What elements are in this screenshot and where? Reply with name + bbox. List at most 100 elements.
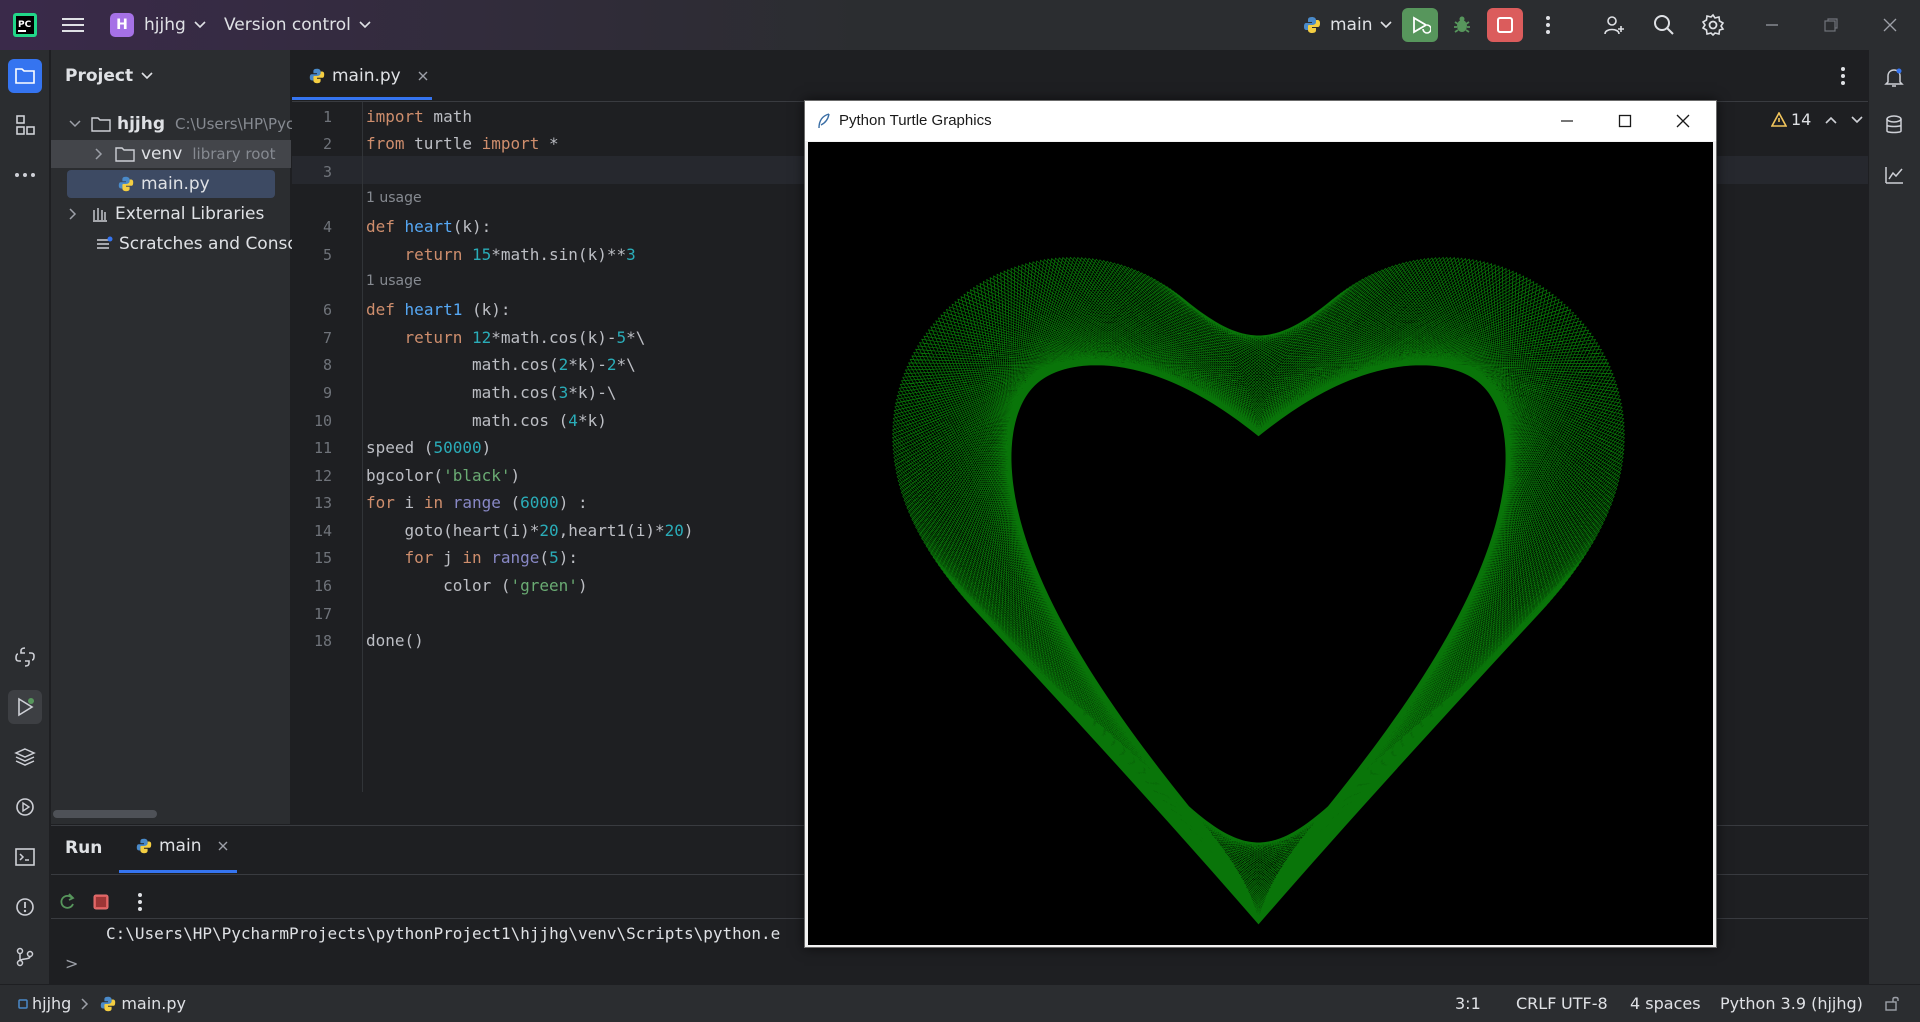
tree-item-main-py[interactable]: main.py [67,170,275,198]
breadcrumb-file[interactable]: main.py [121,994,186,1013]
usage-hint[interactable]: 1 usage [366,273,422,289]
code-line: import math [366,107,472,126]
more-toolwindows-button[interactable] [8,158,42,192]
add-user-icon [1604,16,1624,35]
run-more-button[interactable] [137,892,143,912]
chevron-down-icon [194,21,206,29]
lock-open-icon [1885,996,1899,1011]
tree-item-path: C:\Users\HP\Pyc [175,115,295,133]
turtle-titlebar[interactable]: Python Turtle Graphics [805,101,1716,141]
stop-run-button[interactable] [93,894,109,910]
caret-position[interactable]: 3:1 [1455,994,1481,1013]
project-switcher[interactable]: H hjjhg [110,0,206,50]
structure-toolwindow-button[interactable] [8,108,42,142]
file-encoding[interactable]: UTF-8 [1561,994,1608,1013]
restore-button[interactable] [1813,8,1849,42]
close-icon[interactable] [217,840,229,852]
chevron-down-icon [1380,21,1393,29]
console-prompt[interactable]: > [65,954,78,973]
line-number: 13 [313,494,332,512]
database-icon [1886,115,1902,134]
tab-main-py[interactable]: main.py [308,50,429,102]
tree-item-external-libraries[interactable]: External Libraries [69,200,264,228]
bell-icon [1884,68,1904,87]
settings-button[interactable] [1695,8,1731,42]
run-panel-title[interactable]: Run [65,838,102,858]
code-line: return 15*math.sin(k)**3 [404,245,636,264]
stop-icon [93,894,109,910]
line-separator[interactable]: CRLF [1516,994,1556,1013]
sciview-button[interactable] [1877,158,1911,192]
breadcrumb-project[interactable]: hjjhg [32,994,71,1013]
line-number: 15 [313,549,332,567]
services-icon [16,798,34,816]
turtle-minimize-button[interactable] [1559,113,1575,129]
packages-button[interactable] [8,740,42,774]
turtle-window-title: Python Turtle Graphics [839,112,992,129]
line-number: 4 [322,218,332,236]
left-tool-strip [0,50,50,984]
rerun-run-button[interactable] [57,892,77,912]
readonly-toggle[interactable] [1884,995,1900,1011]
run-tab-main[interactable]: main [135,836,229,856]
turtle-graphics-window[interactable]: Python Turtle Graphics [804,100,1717,948]
indent-setting[interactable]: 4 spaces [1630,994,1701,1013]
project-toolwindow-button[interactable] [8,59,42,93]
python-console-button[interactable] [8,640,42,674]
close-icon [1883,18,1897,32]
main-menu-icon[interactable] [60,0,86,50]
chevron-up-icon[interactable] [1825,116,1837,124]
run-toolwindow-button[interactable] [8,690,42,724]
folder-icon [115,147,135,162]
terminal-button[interactable] [8,840,42,874]
gutter-divider [362,102,363,792]
search-button[interactable] [1646,8,1682,42]
layers-icon [14,748,36,766]
tabs-more-button[interactable] [1840,66,1846,86]
debug-button[interactable] [1444,8,1480,42]
turtle-close-button[interactable] [1675,113,1691,129]
database-button[interactable] [1877,108,1911,142]
warnings-count: 14 [1791,110,1812,129]
more-actions-button[interactable] [1530,8,1566,42]
editor-tabs-bar: main.py [292,50,1868,102]
tree-item-label: Scratches and Console [119,234,313,254]
horizontal-scrollbar[interactable] [53,810,157,818]
chevron-down-icon[interactable] [1851,115,1863,124]
run-icon [18,697,34,717]
problems-button[interactable] [8,890,42,924]
feather-icon [818,113,830,129]
git-button[interactable] [8,940,42,974]
tree-item-scratches[interactable]: Scratches and Console [95,230,313,258]
close-window-button[interactable] [1872,8,1908,42]
code-with-me-button[interactable] [1596,8,1632,42]
services-button[interactable] [8,790,42,824]
folder-icon [15,68,35,84]
rerun-button[interactable] [1402,8,1438,42]
git-branch-icon [16,947,34,967]
tree-item-venv[interactable]: venv library root [51,140,291,168]
tree-item-label: venv [141,144,183,164]
vcs-menu[interactable]: Version control [224,0,371,50]
close-icon[interactable] [417,70,429,82]
stop-button[interactable] [1487,8,1523,42]
run-tab-label: main [159,836,202,856]
run-config-selector[interactable]: main [1302,0,1393,50]
line-number: 17 [313,605,332,623]
minimize-button[interactable] [1754,8,1790,42]
turtle-canvas[interactable] [808,142,1713,945]
notifications-button[interactable] [1877,60,1911,94]
python-interpreter[interactable]: Python 3.9 (hjjhg) [1720,994,1863,1013]
inspections-widget[interactable]: 14 [1771,110,1863,129]
project-name: hjjhg [144,15,186,35]
project-badge: H [110,13,134,37]
code-line: color ('green') [366,576,588,595]
usage-hint[interactable]: 1 usage [366,190,422,206]
tree-item-hjjhg[interactable]: hjjhg C:\Users\HP\Pyc [69,110,294,138]
pycharm-logo-icon[interactable]: PC [12,0,38,50]
turtle-maximize-button[interactable] [1617,113,1633,129]
active-tab-indicator [292,97,432,100]
project-panel-header[interactable]: Project [65,66,153,86]
rerun-icon [1413,16,1431,34]
project-panel-title: Project [65,66,134,86]
